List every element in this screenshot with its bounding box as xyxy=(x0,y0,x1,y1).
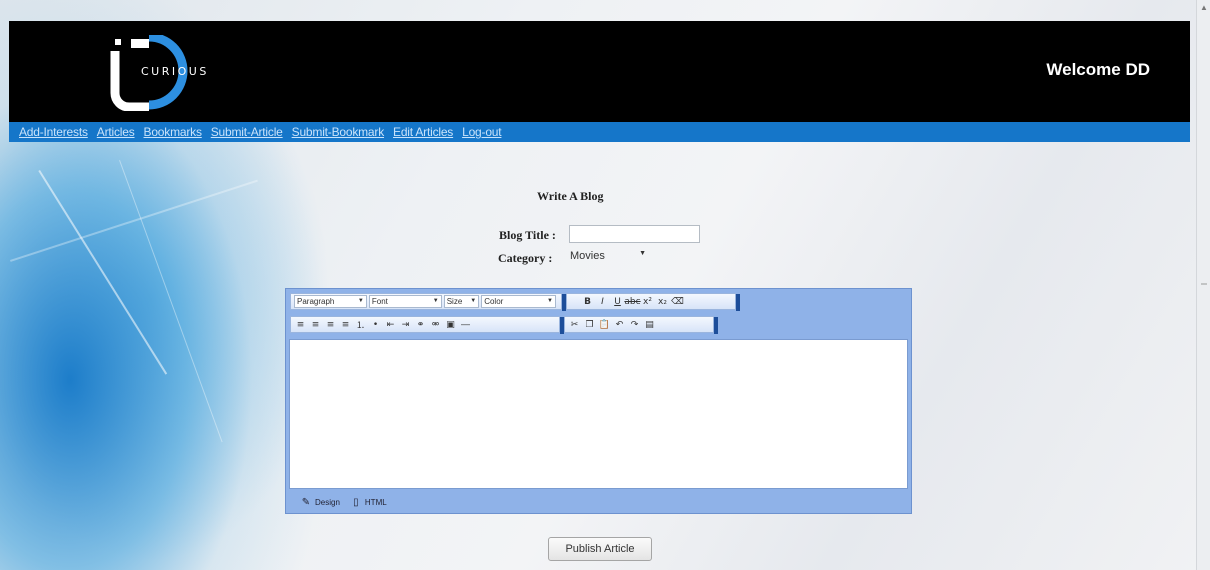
underline-icon[interactable]: U xyxy=(611,295,624,308)
chevron-down-icon: ▼ xyxy=(432,298,439,304)
subscript-icon[interactable]: x₂ xyxy=(656,295,669,308)
nav-add-interests[interactable]: Add-Interests xyxy=(19,125,88,139)
scroll-thumb[interactable] xyxy=(1200,270,1208,300)
design-mode-icon: ✎ xyxy=(301,496,311,508)
color-dropdown-label: Color xyxy=(484,297,504,306)
scroll-up-icon[interactable]: ▲ xyxy=(1200,4,1208,12)
site-logo[interactable]: CURIOUS xyxy=(109,32,249,112)
tab-html[interactable]: ▯ HTML xyxy=(350,496,387,508)
editor-content-area[interactable] xyxy=(289,339,908,489)
size-dropdown[interactable]: Size ▼ xyxy=(443,295,480,308)
chevron-down-icon: ▼ xyxy=(547,298,553,304)
blog-title-label: Blog Title : xyxy=(499,228,556,242)
paragraph-dropdown[interactable]: Paragraph ▼ xyxy=(294,295,367,308)
undo-icon[interactable]: ↶ xyxy=(613,318,626,331)
size-dropdown-label: Size xyxy=(446,297,463,306)
align-right-icon[interactable]: ≡ xyxy=(324,318,337,331)
numbered-list-icon[interactable]: ⒈ xyxy=(354,318,367,331)
nav-edit-articles[interactable]: Edit Articles xyxy=(393,125,453,139)
cut-icon[interactable]: ✂ xyxy=(568,318,581,331)
copy-icon[interactable]: ❐ xyxy=(583,318,596,331)
text-style-group: B I U abc x² x₂ ⌫ xyxy=(566,293,740,311)
main-nav: Add-Interests Articles Bookmarks Submit-… xyxy=(9,122,1190,142)
page-title: Write A Blog xyxy=(537,189,604,203)
nav-bookmarks[interactable]: Bookmarks xyxy=(144,125,202,139)
editor-toolbar-row-2: ≡ ≡ ≡ ≡ ⒈ • ⇤ ⇥ ⚭ ⚮ ▣ ― ✂ ❐ 📋 ↶ ↷ ▤ xyxy=(290,315,718,334)
bold-icon[interactable]: B xyxy=(581,295,594,308)
rich-text-editor: Paragraph ▼ Font ▼ Size ▼ Color ▼ B I U abc … xyxy=(285,288,912,514)
eraser-icon[interactable]: ⌫ xyxy=(671,295,684,308)
nav-log-out[interactable]: Log-out xyxy=(462,125,502,139)
indent-icon[interactable]: ⇥ xyxy=(399,318,412,331)
blog-title-input[interactable] xyxy=(569,225,700,243)
align-justify-icon[interactable]: ≡ xyxy=(339,318,352,331)
format-dropdown-group: Paragraph ▼ Font ▼ Size ▼ Color ▼ xyxy=(290,293,566,311)
link-icon[interactable]: ⚭ xyxy=(414,318,427,331)
unlink-icon[interactable]: ⚮ xyxy=(429,318,442,331)
chevron-down-icon: ▼ xyxy=(470,298,477,304)
paragraph-tools-group: ≡ ≡ ≡ ≡ ⒈ • ⇤ ⇥ ⚭ ⚮ ▣ ― xyxy=(290,316,564,334)
horizontal-rule-icon[interactable]: ― xyxy=(459,318,472,331)
html-mode-icon: ▯ xyxy=(353,496,359,508)
chevron-down-icon: ▼ xyxy=(639,250,646,257)
logo-text: CURIOUS xyxy=(141,65,209,78)
bullet-list-icon[interactable]: • xyxy=(369,318,382,331)
editor-mode-bar: ✎ Design ▯ HTML xyxy=(300,494,397,510)
color-dropdown[interactable]: Color ▼ xyxy=(481,295,556,308)
welcome-message: Welcome DD xyxy=(1046,60,1150,79)
italic-icon[interactable]: I xyxy=(596,295,609,308)
site-header: CURIOUS Welcome DD xyxy=(9,21,1190,122)
publish-article-button[interactable]: Publish Article xyxy=(548,537,652,561)
insert-table-icon[interactable]: ▤ xyxy=(643,318,656,331)
tab-html-label: HTML xyxy=(364,497,387,507)
redo-icon[interactable]: ↷ xyxy=(628,318,641,331)
paste-icon[interactable]: 📋 xyxy=(598,318,611,331)
image-icon[interactable]: ▣ xyxy=(444,318,457,331)
tab-design[interactable]: ✎ Design xyxy=(300,496,340,508)
nav-submit-bookmark[interactable]: Submit-Bookmark xyxy=(292,125,385,139)
align-left-icon[interactable]: ≡ xyxy=(294,318,307,331)
category-select[interactable]: Movies ▼ xyxy=(570,248,650,264)
category-selected-value: Movies xyxy=(570,250,605,262)
edit-tools-group: ✂ ❐ 📋 ↶ ↷ ▤ xyxy=(564,316,718,334)
superscript-icon[interactable]: x² xyxy=(641,295,654,308)
editor-toolbar-row-1: Paragraph ▼ Font ▼ Size ▼ Color ▼ B I U abc … xyxy=(290,292,740,311)
tab-design-label: Design xyxy=(315,497,340,507)
category-label: Category : xyxy=(498,251,553,265)
strikethrough-icon[interactable]: abc xyxy=(624,295,640,308)
align-center-icon[interactable]: ≡ xyxy=(309,318,322,331)
font-dropdown-label: Font xyxy=(371,297,388,306)
paragraph-dropdown-label: Paragraph xyxy=(297,297,335,306)
nav-articles[interactable]: Articles xyxy=(97,125,135,139)
outdent-icon[interactable]: ⇤ xyxy=(384,318,397,331)
chevron-down-icon: ▼ xyxy=(357,298,364,304)
nav-submit-article[interactable]: Submit-Article xyxy=(211,125,283,139)
font-dropdown[interactable]: Font ▼ xyxy=(368,295,442,308)
vertical-scrollbar[interactable]: ▲ xyxy=(1196,0,1210,570)
